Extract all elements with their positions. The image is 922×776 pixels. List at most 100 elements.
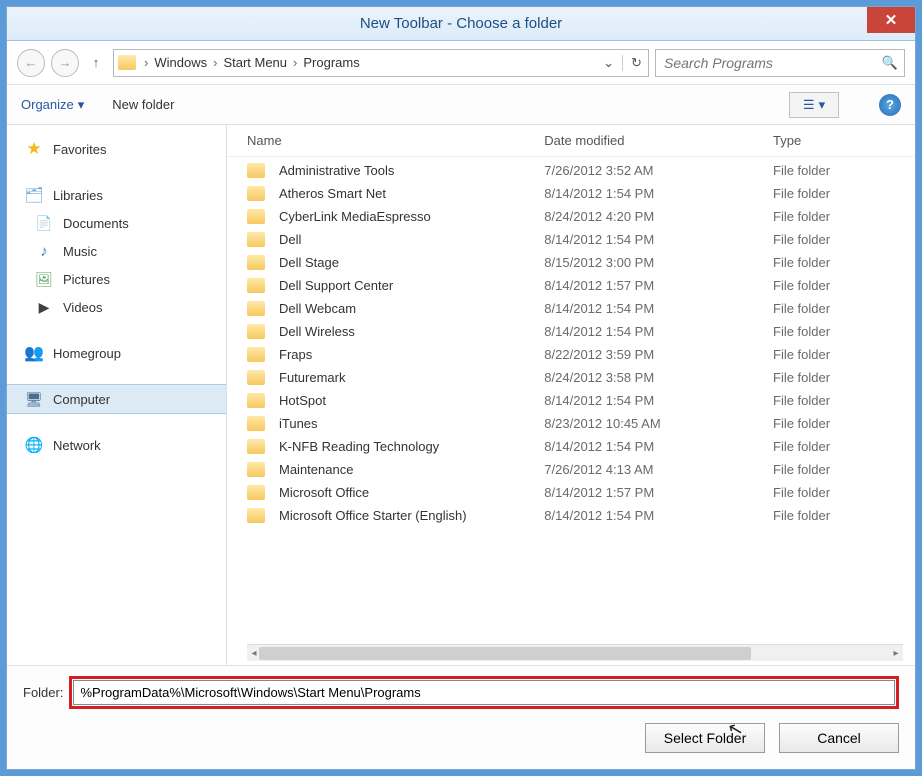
help-icon: ?: [886, 97, 894, 112]
file-name: Administrative Tools: [279, 163, 394, 178]
help-button[interactable]: ?: [879, 94, 901, 116]
file-date: 8/24/2012 3:58 PM: [544, 370, 773, 385]
search-input[interactable]: [662, 54, 882, 72]
up-button[interactable]: ↑: [85, 52, 107, 74]
select-folder-button[interactable]: Select Folder: [645, 723, 765, 753]
file-type: File folder: [773, 186, 903, 201]
file-type: File folder: [773, 393, 903, 408]
file-date: 8/15/2012 3:00 PM: [544, 255, 773, 270]
new-folder-button[interactable]: New folder: [112, 97, 174, 112]
view-button[interactable]: ☰ ▾: [789, 92, 839, 118]
file-row[interactable]: Dell8/14/2012 1:54 PMFile folder: [227, 228, 915, 251]
file-row[interactable]: Dell Stage8/15/2012 3:00 PMFile folder: [227, 251, 915, 274]
column-name[interactable]: Name: [247, 133, 544, 148]
file-row[interactable]: Dell Wireless8/14/2012 1:54 PMFile folde…: [227, 320, 915, 343]
column-headers: Name Date modified Type: [227, 125, 915, 157]
nav-row: ← → ↑ › Windows › Start Menu › Programs …: [7, 41, 915, 85]
folder-icon: [247, 508, 265, 523]
file-type: File folder: [773, 439, 903, 454]
file-type: File folder: [773, 278, 903, 293]
horizontal-scrollbar[interactable]: ◂ ▸: [247, 644, 903, 661]
file-row[interactable]: Atheros Smart Net8/14/2012 1:54 PMFile f…: [227, 182, 915, 205]
file-date: 8/14/2012 1:54 PM: [544, 301, 773, 316]
folder-icon: [247, 186, 265, 201]
sidebar-music[interactable]: ♪ Music: [7, 237, 226, 265]
file-date: 8/24/2012 4:20 PM: [544, 209, 773, 224]
column-type[interactable]: Type: [773, 133, 903, 148]
file-row[interactable]: Futuremark8/24/2012 3:58 PMFile folder: [227, 366, 915, 389]
sidebar-computer[interactable]: 🖥 Computer: [7, 385, 226, 413]
file-name: iTunes: [279, 416, 318, 431]
file-row[interactable]: K-NFB Reading Technology8/14/2012 1:54 P…: [227, 435, 915, 458]
file-row[interactable]: Dell Webcam8/14/2012 1:54 PMFile folder: [227, 297, 915, 320]
folder-icon: [247, 462, 265, 477]
breadcrumb-item[interactable]: Windows: [152, 55, 209, 70]
file-row[interactable]: Dell Support Center8/14/2012 1:57 PMFile…: [227, 274, 915, 297]
sidebar-favorites[interactable]: ★ Favorites: [7, 135, 226, 163]
breadcrumb-item[interactable]: Start Menu: [221, 55, 289, 70]
refresh-button[interactable]: ↻: [622, 55, 644, 71]
search-box[interactable]: 🔍: [655, 49, 905, 77]
chevron-right-icon: ›: [211, 55, 219, 70]
close-button[interactable]: ✕: [867, 7, 915, 33]
sidebar-libraries[interactable]: 🗂 Libraries: [7, 181, 226, 209]
scrollbar-thumb[interactable]: [259, 647, 751, 660]
footer: Folder: ↖ Select Folder Cancel: [7, 665, 915, 769]
computer-icon: 🖥: [25, 390, 43, 408]
sidebar-pictures[interactable]: 🖼 Pictures: [7, 265, 226, 293]
address-bar[interactable]: › Windows › Start Menu › Programs ⌄ ↻: [113, 49, 649, 77]
sidebar-homegroup[interactable]: 👥 Homegroup: [7, 339, 226, 367]
folder-icon: [247, 209, 265, 224]
folder-icon: [247, 416, 265, 431]
sidebar-item-label: Documents: [63, 216, 129, 231]
file-type: File folder: [773, 209, 903, 224]
file-date: 8/23/2012 10:45 AM: [544, 416, 773, 431]
breadcrumb-item[interactable]: Programs: [301, 55, 361, 70]
organize-label: Organize: [21, 97, 74, 112]
file-row[interactable]: Administrative Tools7/26/2012 3:52 AMFil…: [227, 159, 915, 182]
sidebar-item-label: Music: [63, 244, 97, 259]
search-icon: 🔍: [882, 55, 898, 71]
organize-menu[interactable]: Organize ▾: [21, 97, 84, 113]
sidebar-videos[interactable]: ▶ Videos: [7, 293, 226, 321]
cancel-button[interactable]: Cancel: [779, 723, 899, 753]
file-row[interactable]: Maintenance7/26/2012 4:13 AMFile folder: [227, 458, 915, 481]
file-type: File folder: [773, 416, 903, 431]
file-type: File folder: [773, 324, 903, 339]
folder-input-highlight: [69, 676, 899, 709]
file-row[interactable]: Fraps8/22/2012 3:59 PMFile folder: [227, 343, 915, 366]
arrow-left-icon: ←: [25, 55, 38, 70]
file-row[interactable]: CyberLink MediaEspresso8/24/2012 4:20 PM…: [227, 205, 915, 228]
file-type: File folder: [773, 370, 903, 385]
forward-button[interactable]: →: [51, 49, 79, 77]
videos-icon: ▶: [35, 298, 53, 316]
file-name: Atheros Smart Net: [279, 186, 386, 201]
file-name: K-NFB Reading Technology: [279, 439, 439, 454]
arrow-up-icon: ↑: [93, 55, 100, 70]
dialog-window: New Toolbar - Choose a folder ✕ ← → ↑ › …: [6, 6, 916, 770]
file-row[interactable]: HotSpot8/14/2012 1:54 PMFile folder: [227, 389, 915, 412]
file-name: Maintenance: [279, 462, 353, 477]
address-dropdown[interactable]: ⌄: [597, 55, 620, 71]
file-type: File folder: [773, 508, 903, 523]
command-row: Organize ▾ New folder ☰ ▾ ?: [7, 85, 915, 125]
column-date[interactable]: Date modified: [544, 133, 773, 148]
sidebar-network[interactable]: 🌐 Network: [7, 431, 226, 459]
file-row[interactable]: iTunes 8/23/2012 10:45 AMFile folder: [227, 412, 915, 435]
folder-icon: [247, 324, 265, 339]
sidebar-item-label: Videos: [63, 300, 103, 315]
file-date: 8/14/2012 1:54 PM: [544, 232, 773, 247]
sidebar-documents[interactable]: 📄 Documents: [7, 209, 226, 237]
arrow-right-icon: →: [59, 55, 72, 70]
file-row[interactable]: Microsoft Office Starter (English)8/14/2…: [227, 504, 915, 527]
chevron-down-icon: ▾: [78, 97, 85, 113]
folder-icon: [247, 278, 265, 293]
file-row[interactable]: Microsoft Office8/14/2012 1:57 PMFile fo…: [227, 481, 915, 504]
folder-icon: [247, 255, 265, 270]
file-pane: Name Date modified Type Administrative T…: [227, 125, 915, 665]
folder-icon: [247, 301, 265, 316]
folder-input[interactable]: [73, 680, 895, 705]
chevron-right-icon: ›: [142, 55, 150, 70]
back-button[interactable]: ←: [17, 49, 45, 77]
file-type: File folder: [773, 485, 903, 500]
